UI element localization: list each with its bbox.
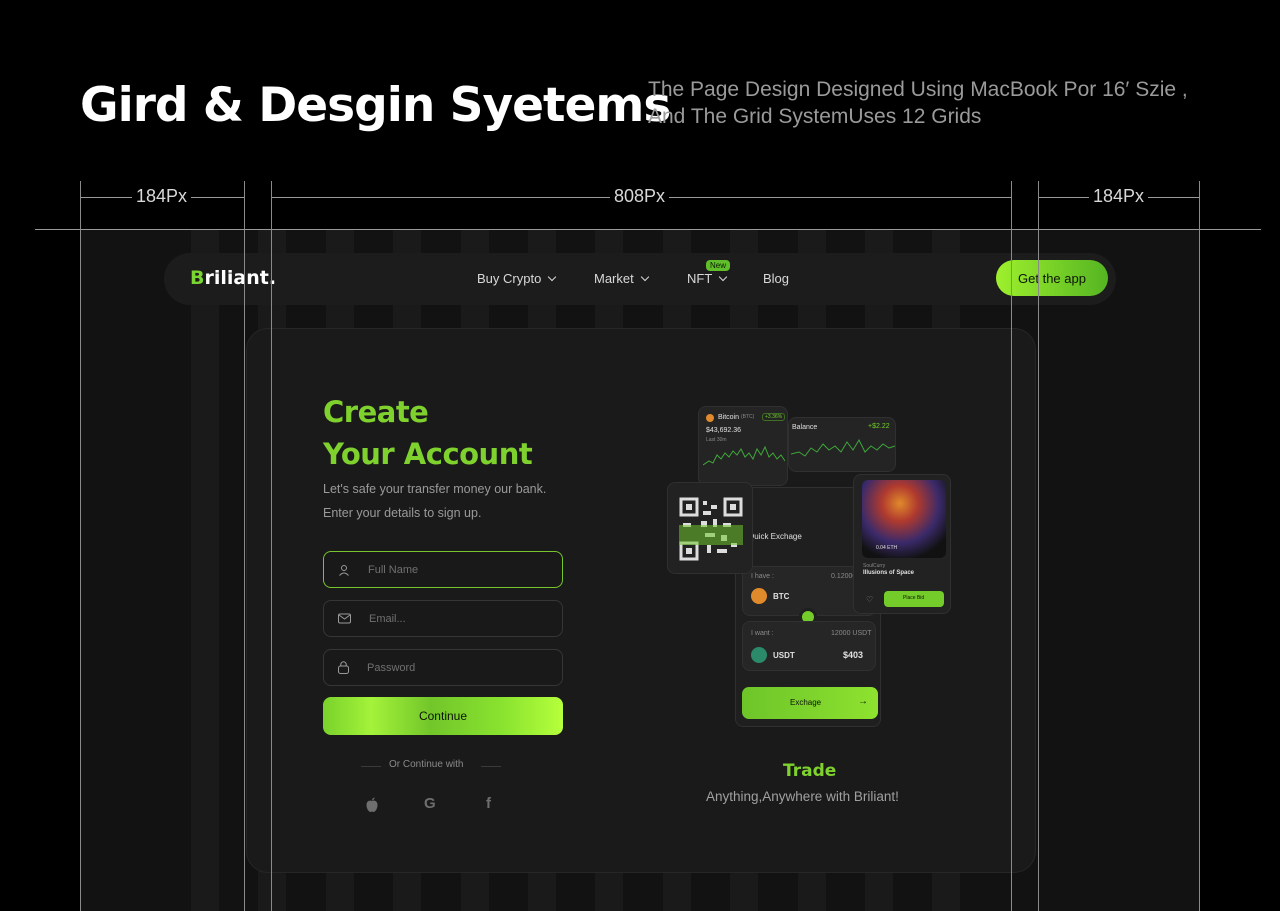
- trade-subtitle: Anything,Anywhere with Briliant!: [706, 789, 899, 804]
- subtitle-line-1: The Page Design Designed Using MacBook P…: [648, 78, 1188, 101]
- new-badge: New: [706, 260, 731, 271]
- quick-exchange-title: Quick Exchage: [748, 532, 802, 541]
- logo-text: riliant.: [204, 267, 277, 289]
- bitcoin-ticker: (BTC): [741, 414, 755, 420]
- nft-image: [862, 480, 946, 558]
- logo[interactable]: Briliant.: [190, 267, 276, 289]
- page-subtitle: The Page Design Designed Using MacBook P…: [648, 76, 1188, 130]
- page-title: Gird & Desgin Syetems: [80, 78, 671, 133]
- apple-icon[interactable]: [365, 797, 379, 813]
- user-icon: [339, 564, 349, 576]
- nav-market[interactable]: Market: [594, 271, 649, 286]
- bitcoin-coin-icon: [706, 414, 714, 422]
- nft-card: 0.04 ETH SoulCurry Illusions of Space ♡ …: [853, 474, 951, 614]
- measure-label-center: 808Px: [610, 186, 670, 206]
- signup-desc-line-1: Let's safe your transfer money our bank.: [323, 482, 547, 496]
- chevron-down-icon: [640, 272, 649, 281]
- place-bid-button[interactable]: Place Bid: [884, 591, 944, 607]
- balance-label: Balance: [792, 424, 818, 431]
- bitcoin-change: +3.36%: [762, 413, 786, 421]
- signup-title-line-2: Your Account: [323, 437, 533, 471]
- balance-change: +$2.22: [868, 423, 890, 430]
- btc-coin-icon: [751, 588, 767, 604]
- signup-desc-line-2: Enter your details to sign up.: [323, 506, 482, 520]
- chevron-down-icon: [719, 272, 728, 281]
- nft-eth: 0.04 ETH: [876, 545, 898, 551]
- facebook-icon[interactable]: f: [486, 795, 491, 812]
- balance-widget: Balance +$2.22: [788, 417, 896, 472]
- continue-button[interactable]: Continue: [323, 697, 563, 735]
- trade-title: Trade: [783, 761, 837, 781]
- guide-center-left: [271, 181, 272, 911]
- logo-initial: B: [190, 267, 205, 289]
- btc-label: BTC: [773, 592, 790, 601]
- signup-title-line-1: Create: [323, 395, 429, 429]
- bitcoin-name: Bitcoin: [718, 414, 740, 421]
- nav-buy-crypto[interactable]: Buy Crypto: [477, 271, 557, 286]
- chevron-down-icon: [548, 272, 557, 281]
- bitcoin-price: $43,692.36: [706, 427, 742, 434]
- usdt-value: $403: [843, 650, 864, 660]
- mail-icon: [338, 613, 351, 624]
- usdt-label: USDT: [773, 651, 795, 660]
- guide-center-right: [1011, 181, 1012, 911]
- bitcoin-widget: Bitcoin (BTC) +3.36% $43,692.36 Last 30m: [698, 406, 788, 486]
- bitcoin-sparkline: [703, 445, 785, 466]
- guide-left-inner: [244, 181, 245, 911]
- full-name-field[interactable]: [323, 551, 563, 588]
- divider-right: [481, 766, 501, 767]
- email-field[interactable]: [323, 600, 563, 637]
- nav-blog[interactable]: Blog: [763, 271, 789, 286]
- qr-code-widget: [667, 482, 753, 574]
- subtitle-line-2: And The Grid SystemUses 12 Grids: [648, 105, 982, 128]
- grid-column: [191, 230, 219, 911]
- measure-label-left: 184Px: [132, 186, 192, 206]
- exchange-button[interactable]: Exchage →: [742, 687, 878, 719]
- balance-chart: [791, 438, 895, 457]
- qr-code-icon: [679, 497, 743, 561]
- design-frame: Briliant. Buy Crypto Market NFT New Blog…: [80, 230, 1200, 911]
- full-name-input[interactable]: [368, 563, 548, 576]
- nav-blog-label: Blog: [763, 271, 790, 286]
- signup-description: Let's safe your transfer money our bank.…: [323, 477, 546, 525]
- guide-left-outer: [80, 181, 81, 911]
- measure-label-right: 184Px: [1089, 186, 1149, 206]
- usdt-coin-icon: [751, 647, 767, 663]
- guide-right-outer: [1199, 181, 1200, 911]
- want-amount: 12000 USDT: [831, 630, 872, 637]
- heart-icon[interactable]: ♡: [866, 595, 873, 604]
- exchange-label: Exchage: [790, 698, 822, 707]
- guide-right-inner: [1038, 181, 1039, 911]
- password-input[interactable]: [367, 661, 547, 674]
- lock-icon: [338, 661, 349, 674]
- nav-market-label: Market: [594, 271, 634, 286]
- divider-left: [361, 766, 381, 767]
- want-label: I want :: [751, 630, 774, 637]
- nav-buy-crypto-label: Buy Crypto: [477, 271, 542, 286]
- place-bid-label: Place Bid: [903, 595, 925, 601]
- have-label: I have :: [751, 573, 774, 580]
- get-app-button[interactable]: Get the app: [996, 260, 1108, 296]
- or-continue-label: Or Continue with: [389, 759, 464, 770]
- password-field[interactable]: [323, 649, 563, 686]
- navbar: Briliant. Buy Crypto Market NFT New Blog…: [164, 253, 1116, 305]
- nft-title: Illusions of Space: [863, 570, 915, 576]
- want-row: I want : 12000 USDT USDT $403: [742, 621, 876, 671]
- nft-creator: SoulCurry: [863, 563, 886, 569]
- nav-nft[interactable]: NFT: [687, 271, 728, 286]
- google-icon[interactable]: G: [424, 795, 436, 812]
- signup-title: Create Your Account: [323, 391, 533, 475]
- nav-nft-label: NFT: [687, 271, 713, 286]
- arrow-right-icon: →: [858, 696, 868, 707]
- email-input[interactable]: [369, 612, 549, 625]
- signup-card: Create Your Account Let's safe your tran…: [246, 328, 1036, 873]
